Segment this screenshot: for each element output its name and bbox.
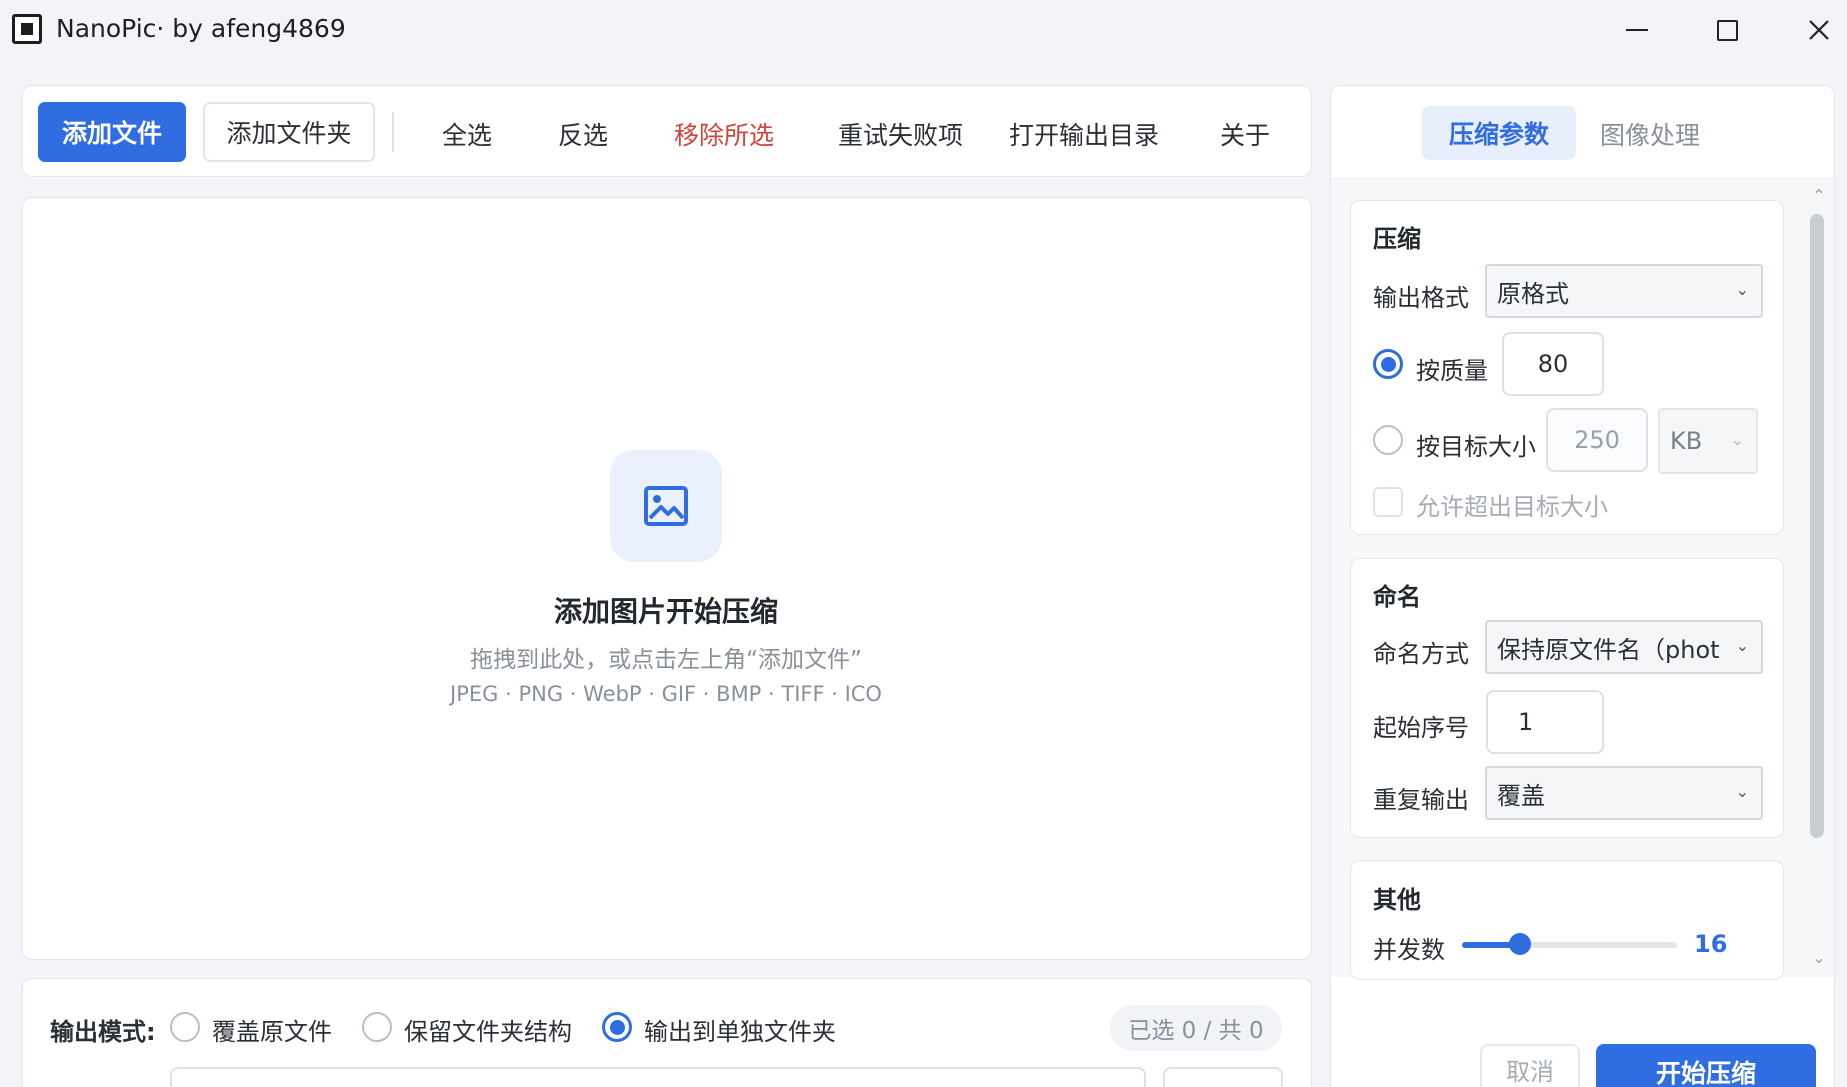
- naming-method-value: 保持原文件名（phot: [1497, 635, 1720, 664]
- duplicate-output-select[interactable]: 覆盖 ⌄: [1485, 766, 1763, 820]
- add-folder-button[interactable]: 添加文件夹: [203, 102, 375, 162]
- compression-title: 压缩: [1373, 225, 1421, 253]
- overwrite-original-radio[interactable]: [170, 1012, 200, 1042]
- image-icon: [644, 486, 688, 526]
- concurrency-value: 16: [1694, 930, 1728, 958]
- output-format-label: 输出格式: [1373, 284, 1469, 312]
- selection-count-badge: 已选 0 / 共 0: [1110, 1005, 1282, 1051]
- naming-method-select[interactable]: 保持原文件名（phot ⌄: [1485, 620, 1763, 674]
- minimize-button[interactable]: [1614, 8, 1660, 52]
- chevron-down-icon: ⌄: [1735, 782, 1749, 801]
- drop-zone-subtitle: 拖拽到此处，或点击左上角“添加文件”: [470, 647, 862, 673]
- minimize-icon: [1626, 29, 1648, 31]
- about-button[interactable]: 关于: [1220, 116, 1270, 152]
- window-title: NanoPic· by afeng4869: [56, 14, 346, 43]
- scroll-up-icon[interactable]: ⌃: [1808, 186, 1830, 208]
- quality-input[interactable]: 80: [1502, 332, 1604, 396]
- by-target-size-label[interactable]: 按目标大小: [1416, 427, 1536, 462]
- drop-zone-title: 添加图片开始压缩: [553, 595, 778, 628]
- cancel-button[interactable]: 取消: [1480, 1044, 1580, 1087]
- start-index-input[interactable]: 1: [1486, 690, 1604, 754]
- target-size-input[interactable]: 250: [1546, 408, 1648, 472]
- tab-image-processing[interactable]: 图像处理: [1600, 116, 1700, 152]
- output-format-select[interactable]: 原格式 ⌄: [1485, 264, 1763, 318]
- open-output-dir-button[interactable]: 打开输出目录: [1009, 116, 1159, 152]
- naming-method-label: 命名方式: [1373, 640, 1469, 668]
- size-unit-value: KB: [1670, 427, 1703, 455]
- add-file-button[interactable]: 添加文件: [38, 102, 186, 162]
- supported-formats: JPEG · PNG · WebP · GIF · BMP · TIFF · I…: [450, 682, 882, 706]
- duplicate-output-label: 重复输出: [1373, 786, 1469, 814]
- naming-title: 命名: [1373, 583, 1421, 611]
- output-mode-label: 输出模式:: [50, 1018, 156, 1046]
- close-button[interactable]: [1796, 8, 1842, 52]
- chevron-down-icon: ⌄: [1735, 280, 1749, 299]
- invert-selection-button[interactable]: 反选: [558, 116, 608, 152]
- chevron-down-icon: ⌄: [1730, 430, 1744, 449]
- separate-folder-label[interactable]: 输出到单独文件夹: [644, 1012, 836, 1047]
- browse-output-button[interactable]: [1163, 1067, 1283, 1087]
- separate-folder-radio[interactable]: [602, 1012, 632, 1042]
- drop-zone[interactable]: [22, 197, 1312, 960]
- size-unit-select[interactable]: KB ⌄: [1658, 408, 1758, 474]
- by-target-size-radio[interactable]: [1373, 425, 1403, 455]
- scrollbar-thumb[interactable]: [1810, 214, 1824, 838]
- maximize-icon: [1716, 19, 1738, 41]
- toolbar-divider: [392, 112, 394, 152]
- drop-zone-icon-badge: [610, 450, 722, 562]
- tab-compression-params[interactable]: 压缩参数: [1422, 106, 1576, 160]
- by-quality-label[interactable]: 按质量: [1416, 351, 1488, 386]
- app-icon: [12, 14, 42, 44]
- close-icon: [1809, 20, 1829, 40]
- by-quality-radio[interactable]: [1373, 349, 1403, 379]
- concurrency-slider-handle[interactable]: [1509, 933, 1531, 955]
- allow-exceed-checkbox[interactable]: [1373, 487, 1403, 517]
- start-compress-button[interactable]: 开始压缩: [1596, 1044, 1816, 1087]
- remove-selected-button[interactable]: 移除所选: [674, 116, 774, 152]
- overwrite-original-label[interactable]: 覆盖原文件: [212, 1012, 332, 1047]
- chevron-down-icon: ⌄: [1735, 636, 1749, 655]
- concurrency-label: 并发数: [1373, 936, 1445, 964]
- output-format-value: 原格式: [1497, 279, 1569, 308]
- select-all-button[interactable]: 全选: [442, 116, 492, 152]
- scroll-down-icon[interactable]: ⌄: [1808, 948, 1830, 970]
- allow-exceed-label: 允许超出目标大小: [1416, 493, 1608, 521]
- keep-folder-structure-label[interactable]: 保留文件夹结构: [404, 1012, 572, 1047]
- other-title: 其他: [1373, 886, 1421, 914]
- duplicate-output-value: 覆盖: [1497, 781, 1545, 810]
- maximize-button[interactable]: [1704, 8, 1750, 52]
- retry-failed-button[interactable]: 重试失败项: [838, 116, 963, 152]
- output-path-input[interactable]: [170, 1067, 1146, 1087]
- keep-folder-structure-radio[interactable]: [362, 1012, 392, 1042]
- start-index-label: 起始序号: [1373, 714, 1469, 742]
